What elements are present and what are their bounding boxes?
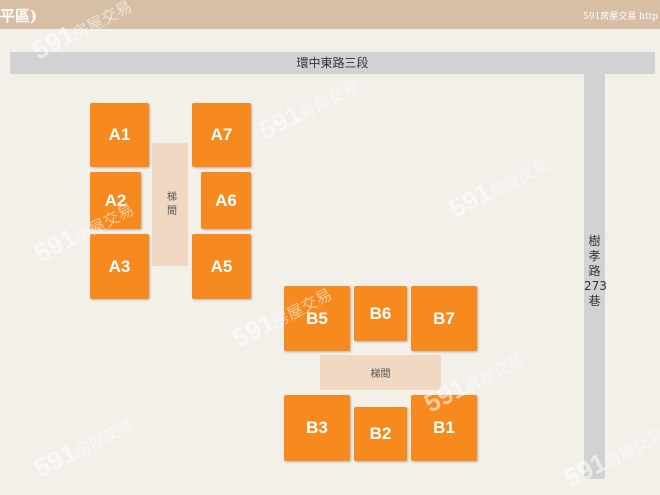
watermark: 591房屋交易 (29, 407, 138, 485)
watermark-text: 房屋交易 (72, 416, 137, 462)
road-huanzhong-east: 環中東路三段 (10, 52, 655, 74)
unit-a5[interactable]: A5 (192, 234, 251, 299)
stairwell-b: 梯間 (320, 355, 441, 390)
watermark: 591房屋交易 (254, 69, 363, 147)
unit-b5[interactable]: B5 (284, 286, 350, 351)
watermark-number: 591 (29, 436, 82, 484)
watermark-number: 591 (254, 98, 307, 146)
watermark: 591房屋交易 (559, 417, 660, 495)
watermark-number: 591 (444, 176, 497, 224)
unit-b1[interactable]: B1 (411, 395, 477, 461)
unit-b3[interactable]: B3 (284, 395, 350, 461)
unit-a2[interactable]: A2 (90, 172, 141, 229)
watermark-number: 591 (29, 221, 82, 269)
watermark-text: 房屋交易 (462, 351, 527, 397)
road-shuxiao-label: 樹 孝 路 273 巷 (584, 234, 607, 308)
header-brand: 591房屋交易 http (583, 12, 658, 22)
unit-a7[interactable]: A7 (192, 103, 251, 167)
stairwell-a: 梯間 (152, 143, 188, 266)
unit-b2[interactable]: B2 (354, 407, 407, 461)
road-shuxiao-lane: 樹 孝 路 273 巷 (584, 74, 607, 479)
header-bar: 平區) 591房屋交易 http (0, 0, 660, 29)
unit-a1[interactable]: A1 (90, 103, 149, 167)
watermark-text: 房屋交易 (297, 78, 362, 124)
watermark-number: 591 (227, 306, 280, 354)
watermark: 591房屋交易 (444, 147, 553, 225)
unit-b6[interactable]: B6 (354, 286, 407, 341)
watermark-text: 房屋交易 (602, 426, 660, 472)
watermark-text: 房屋交易 (487, 156, 552, 202)
unit-a6[interactable]: A6 (201, 172, 251, 229)
header-title: 平區) (0, 7, 38, 25)
unit-a3[interactable]: A3 (90, 234, 149, 299)
unit-b7[interactable]: B7 (411, 286, 477, 351)
